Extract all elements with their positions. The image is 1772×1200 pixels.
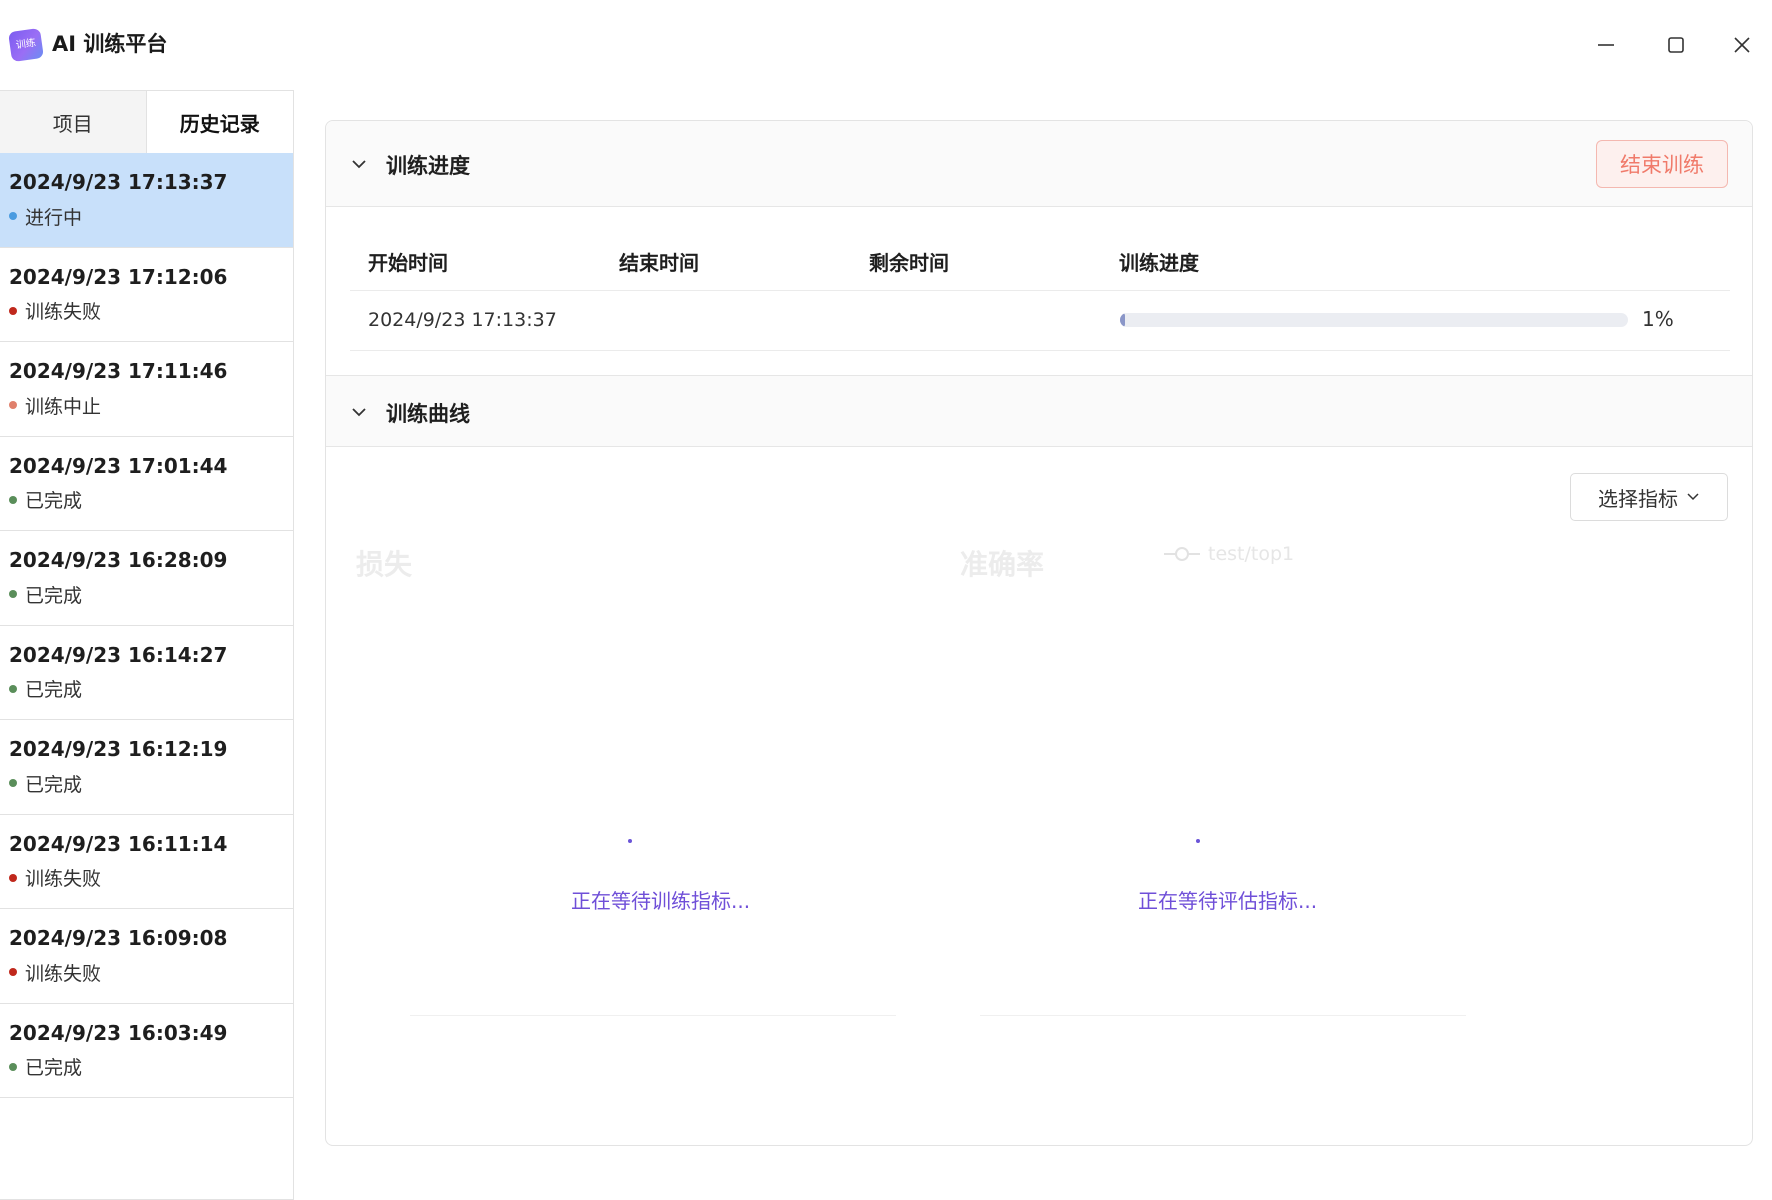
tab-history[interactable]: 历史记录 [146,91,293,153]
sidebar: 项目 历史记录 2024/9/23 17:13:37 进行中 2024/9/23 1… [0,90,294,1200]
history-item-status: 训练失败 [9,294,293,328]
status-text: 已完成 [25,1057,83,1079]
column-remaining-time: 剩余时间 [869,251,949,275]
history-item[interactable]: 2024/9/23 17:11:46 训练中止 [0,342,293,437]
status-text: 训练中止 [25,395,102,418]
accuracy-chart: 准确率 test/top1 正在等待评估指标... [960,521,1646,1081]
minimize-icon [1598,44,1614,46]
curve-section-header[interactable]: 训练曲线 [326,375,1752,447]
curve-section-title: 训练曲线 [386,402,470,426]
history-item[interactable]: 2024/9/23 16:28:09 已完成 [0,531,293,626]
history-item-status: 已完成 [9,577,293,611]
status-text: 训练失败 [25,962,102,985]
column-progress: 训练进度 [1119,251,1199,275]
history-item-status: 训练中止 [9,388,293,422]
history-item-date: 2024/9/23 17:12:06 [9,264,228,289]
status-dot-icon [9,873,17,882]
history-item-status: 训练失败 [9,955,293,989]
select-metric-label: 选择指标 [1598,486,1678,511]
training-panel: 训练进度 结束训练 开始时间 结束时间 剩余时间 训练进度 2024/9/23 … [325,120,1753,1146]
app-logo-icon: 训练 [8,27,44,63]
loading-spinner-icon [1196,839,1200,843]
history-item-date: 2024/9/23 17:11:46 [9,359,228,383]
history-item-date: 2024/9/23 17:13:37 [9,170,228,194]
table-row: 2024/9/23 17:13:37 1% [350,291,1730,351]
history-item[interactable]: 2024/9/23 17:12:06 训练失败 [0,248,293,342]
close-icon [1734,37,1750,53]
chart-legend: test/top1 [1164,543,1294,565]
chevron-down-icon [1687,493,1699,501]
progress-percent: 1% [1642,307,1674,331]
app-title: AI 训练平台 [52,32,168,56]
history-item[interactable]: 2024/9/23 16:11:14 训练失败 [0,815,293,909]
start-time-value: 2024/9/23 17:13:37 [368,309,557,331]
history-item[interactable]: 2024/9/23 16:09:08 训练失败 [0,909,293,1004]
status-text: 已完成 [25,773,83,796]
history-item-date: 2024/9/23 16:11:14 [9,831,228,856]
status-dot-icon [9,495,17,504]
progress-bar [1120,313,1628,327]
progress-bar-fill [1120,313,1126,327]
history-item-status: 训练失败 [9,861,293,895]
loading-spinner-icon [628,839,632,843]
history-item-status: 已完成 [9,483,293,517]
status-dot-icon [9,401,17,409]
history-item-status: 已完成 [9,1050,293,1084]
history-item-status: 进行中 [9,199,293,233]
accuracy-waiting-text: 正在等待评估指标... [1138,889,1318,913]
progress-table: 开始时间 结束时间 剩余时间 训练进度 2024/9/23 17:13:37 1… [350,231,1730,351]
history-item[interactable]: 2024/9/23 16:03:49 已完成 [0,1004,293,1098]
minimize-button[interactable] [1578,22,1634,68]
status-text: 已完成 [25,490,83,512]
maximize-icon [1668,37,1684,53]
history-item-status: 已完成 [9,672,293,706]
loss-chart: 损失 正在等待训练指标... [356,521,956,1081]
history-item-date: 2024/9/23 16:03:49 [9,1020,228,1045]
status-text: 训练失败 [25,868,102,890]
status-text: 进行中 [25,206,83,229]
status-dot-icon [9,1062,17,1071]
status-dot-icon [9,306,17,315]
progress-section-title: 训练进度 [386,154,470,178]
history-item[interactable]: 2024/9/23 17:13:37 进行中 [0,153,293,248]
loss-waiting-text: 正在等待训练指标... [571,889,751,913]
history-item[interactable]: 2024/9/23 16:14:27 已完成 [0,626,293,720]
history-item-date: 2024/9/23 17:01:44 [9,453,228,478]
close-button[interactable] [1714,22,1770,68]
title-bar: 训练 AI 训练平台 [0,0,1772,90]
tab-projects[interactable]: 项目 [0,91,147,153]
history-item-date: 2024/9/23 16:28:09 [9,548,228,572]
chevron-down-icon[interactable] [350,155,368,173]
status-text: 训练失败 [25,301,102,323]
history-list: 2024/9/23 17:13:37 进行中 2024/9/23 17:12:06 训… [0,153,293,1098]
history-item-date: 2024/9/23 16:12:19 [9,737,228,761]
accuracy-chart-title: 准确率 [960,548,1045,581]
status-dot-icon [9,590,17,598]
legend-label: test/top1 [1208,543,1295,565]
status-text: 已完成 [25,584,83,607]
loss-chart-title: 损失 [356,548,413,581]
history-item[interactable]: 2024/9/23 17:01:44 已完成 [0,437,293,531]
status-dot-icon [9,684,17,693]
table-header: 开始时间 结束时间 剩余时间 训练进度 [350,231,1730,291]
status-dot-icon [9,779,17,787]
select-metric-button[interactable]: 选择指标 [1570,473,1728,521]
status-dot-icon [9,968,17,976]
legend-line-icon [1164,547,1200,561]
status-dot-icon [9,212,17,220]
sidebar-tabs: 项目 历史记录 [0,91,293,153]
column-end-time: 结束时间 [619,251,699,275]
chevron-down-icon[interactable] [350,403,368,421]
history-item-date: 2024/9/23 16:14:27 [9,642,228,667]
chart-baseline [980,1015,1466,1016]
end-training-button[interactable]: 结束训练 [1596,140,1728,188]
maximize-button[interactable] [1648,22,1704,68]
history-item-status: 已完成 [9,766,293,800]
history-item[interactable]: 2024/9/23 16:12:19 已完成 [0,720,293,815]
history-item-date: 2024/9/23 16:09:08 [9,926,228,950]
chart-baseline [410,1015,896,1016]
progress-section-header[interactable]: 训练进度 结束训练 [326,121,1752,207]
column-start-time: 开始时间 [368,251,448,275]
status-text: 已完成 [25,679,83,701]
